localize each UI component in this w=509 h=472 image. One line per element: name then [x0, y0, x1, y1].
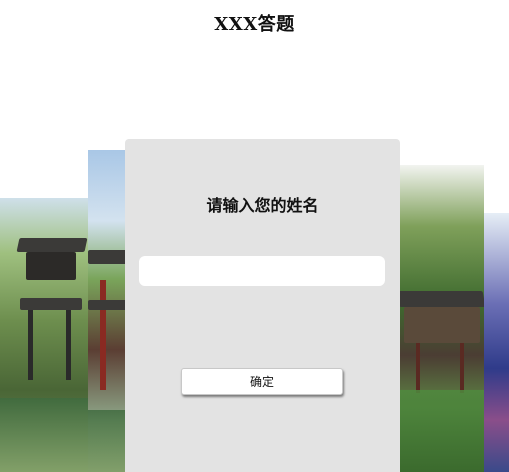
pavilion-pillar [100, 280, 106, 390]
confirm-button[interactable]: 确定 [181, 368, 343, 395]
background-photo-lotus-pavilion [398, 165, 484, 472]
page: XXX答题 请输入您的姓名 确定 [0, 0, 509, 472]
name-prompt: 请输入您的姓名 [206, 196, 319, 215]
pavilion-pillar [28, 310, 33, 380]
pond-water [0, 398, 88, 472]
pavilion-pillar [66, 310, 71, 380]
pavilion-roof [16, 238, 88, 252]
pavilion-lower-roof [20, 298, 82, 310]
pavilion-upper [26, 252, 76, 280]
page-title: XXX答题 [214, 14, 295, 35]
pavilion-roof [88, 300, 128, 310]
pavilion-roof [88, 250, 128, 264]
background-photo-red-pavilion [88, 150, 128, 472]
name-entry-card: 请输入您的姓名 确定 [125, 139, 400, 472]
pavilion-pillar [416, 343, 420, 393]
background-photo-garden-pavilion [0, 198, 88, 472]
pavilion-body [404, 307, 480, 343]
lotus-leaves [398, 390, 484, 472]
pavilion-roof [398, 291, 484, 307]
pond-water [88, 410, 128, 472]
name-input[interactable] [139, 256, 385, 286]
pavilion-pillar [460, 343, 464, 393]
background-photo-colorful [484, 213, 509, 472]
